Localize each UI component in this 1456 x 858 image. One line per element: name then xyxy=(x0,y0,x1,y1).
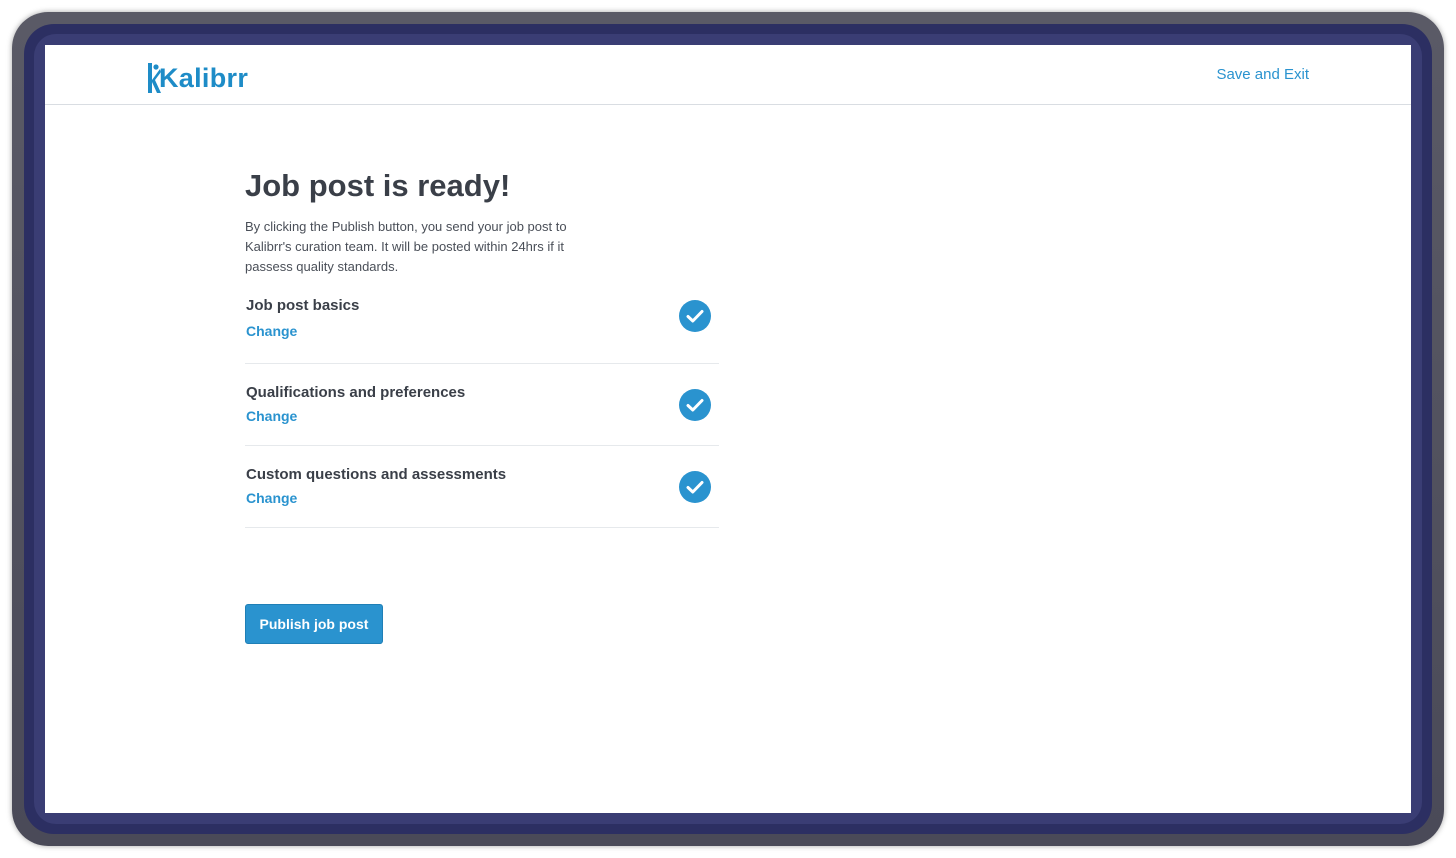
change-link[interactable]: Change xyxy=(246,408,297,424)
save-and-exit-link[interactable]: Save and Exit xyxy=(1216,66,1309,83)
change-link[interactable]: Change xyxy=(246,323,297,339)
step-job-post-basics: Job post basics Change xyxy=(245,297,719,364)
step-custom-questions: Custom questions and assessments Change xyxy=(245,446,719,528)
page-title: Job post is ready! xyxy=(245,168,511,203)
publish-job-post-button[interactable]: Publish job post xyxy=(245,604,383,644)
step-title: Qualifications and preferences xyxy=(246,384,466,401)
page-description: By clicking the Publish button, you send… xyxy=(245,219,567,274)
kalibrr-logo[interactable]: Kalibrr xyxy=(147,59,248,93)
step-title: Custom questions and assessments xyxy=(246,466,507,483)
change-link[interactable]: Change xyxy=(246,490,297,506)
check-circle-icon xyxy=(679,471,711,503)
step-title: Job post basics xyxy=(246,297,360,314)
screen: Kalibrr Save and Exit Job post is ready!… xyxy=(45,45,1411,813)
logo-text: Kalibrr xyxy=(159,63,249,93)
step-qualifications: Qualifications and preferences Change xyxy=(245,364,719,446)
check-circle-icon xyxy=(679,300,711,332)
main-content: Job post is ready! By clicking the Publi… xyxy=(245,165,719,644)
check-circle-icon xyxy=(679,389,711,421)
step-list: Job post basics Change Qualifications an… xyxy=(245,297,719,528)
top-bar: Kalibrr Save and Exit xyxy=(45,45,1411,105)
